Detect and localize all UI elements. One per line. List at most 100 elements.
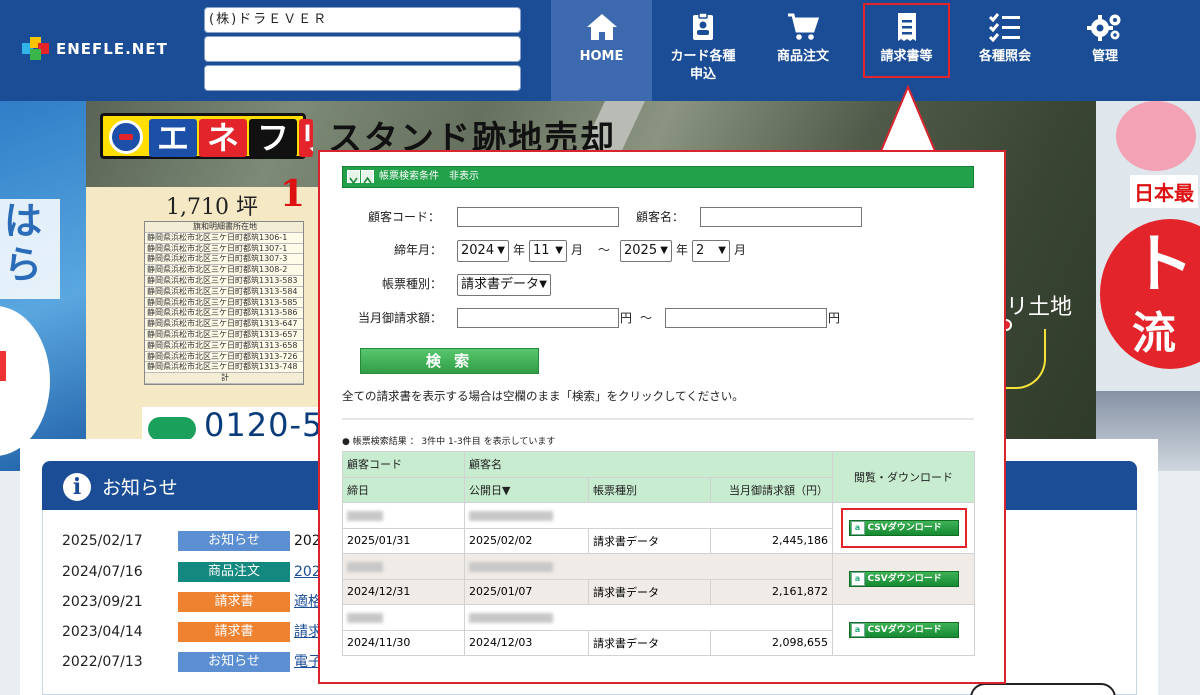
logo-text: ENEFLE.NET [56,40,168,58]
lot-total: 計 [145,373,303,384]
nav-admin[interactable]: 管理 [1062,0,1148,101]
customer-name-cell [464,604,833,631]
spreadsheet-icon: a [850,572,865,586]
customer-code-input[interactable] [457,207,619,227]
customer-name-cell [464,502,833,529]
from-month-select[interactable]: 11 ▼ [529,240,567,262]
map-label: リ土地 [1006,295,1073,320]
account-line-2 [204,36,521,62]
customer-name-cell [464,553,833,580]
year-label: 年 [513,243,526,257]
lot-row: 静岡県浜松市北区三ケ日町都筑1313-583 [145,276,303,287]
amount-label: 当月御請求額： [358,311,443,325]
nav-home[interactable]: HOME [551,0,652,101]
amount-cell: 2,445,186 [710,527,833,554]
news-text: 202 [294,533,321,549]
id-card-icon [693,12,713,40]
news-link[interactable]: 202 [294,561,321,583]
csv-download-button[interactable]: a CSVダウンロード [848,622,959,638]
customer-code-cell [342,502,465,529]
lot-row: 静岡県浜松市北区三ケ日町都筑1313-585 [145,298,303,309]
divider [342,418,974,420]
amount-to-input[interactable] [665,308,827,328]
sign-letter: リ [299,119,313,157]
closing-date-cell: 2024/11/30 [342,629,465,656]
doc-type-cell: 請求書データ [588,578,711,605]
nav-label-line2: 申込 [689,67,716,82]
col-customer-name: 顧客名 [464,451,833,478]
to-year-select[interactable]: 2025 ▼ [620,240,672,262]
lot-row: 静岡県浜松市北区三ケ日町都筑1313-726 [145,352,303,363]
banner-left-circle [0,306,50,456]
csv-download-button[interactable]: a CSVダウンロード [848,571,959,587]
customer-code-label: 顧客コード： [368,210,441,224]
checklist-icon [988,13,1020,42]
nav-product-order[interactable]: 商品注文 [759,0,847,101]
nav-card-application[interactable]: カード各種 申込 [656,0,750,101]
sign-letter: ネ [199,119,247,157]
publish-date-cell: 2025/01/07 [464,578,589,605]
customer-code-cell [342,553,465,580]
cart-icon [788,13,820,40]
more-button[interactable] [970,683,1116,695]
balloon-icon [1116,101,1196,171]
collapse-icon[interactable] [361,170,374,184]
month-label: 月 [571,243,584,257]
col-download: 閲覧・ダウンロード [832,451,975,503]
customer-name-label: 顧客名： [636,210,685,224]
nav-label: 商品注文 [776,49,829,64]
lot-row: 静岡県浜松市北区三ケ日町都筑1313-657 [145,330,303,341]
result-count: ● 帳票検索結果 ： 3件中 1-3件目 を表示しています [342,437,556,447]
lot-row: 静岡県浜松市北区三ケ日町都筑1313-584 [145,287,303,298]
customer-name-input[interactable] [700,207,862,227]
banner-left-accent [0,351,6,381]
sign-letter: エ [149,119,197,157]
lot-table-header: 旗和明細書所在地 [145,222,303,233]
account-company-field: (株)ドラＥＶＥＲ [204,7,521,33]
news-date: 2022/07/13 [62,654,143,670]
top-header: ENEFLE.NET (株)ドラＥＶＥＲ HOME カード各種 申込 商品注文 [0,0,1200,101]
spreadsheet-icon: a [850,623,865,637]
nav-label: 各種照会 [978,49,1031,64]
news-tag: 請求書 [178,592,290,612]
to-month-select[interactable]: 2 ▼ [692,240,730,262]
banner-left-text: は ら [0,199,60,299]
lot-row: 静岡県浜松市北区三ケ日町都筑1313-647 [145,319,303,330]
banner-left-edge: は ら [0,101,86,471]
search-button[interactable]: 検 索 [360,348,539,374]
account-line-3 [204,65,521,91]
table-row: a CSVダウンロード [342,553,975,605]
gears-icon [1087,14,1121,41]
table-row: a CSVダウンロード [342,604,975,656]
from-year-select[interactable]: 2024 ▼ [457,240,509,262]
news-date: 2025/02/17 [62,533,143,549]
col-amount: 当月御請求額（円） [710,476,833,503]
banner-right-title: 日本最 [1130,175,1198,208]
doc-type-select[interactable]: 請求書データ ▼ [457,274,551,296]
news-tag: お知らせ [178,531,290,551]
news-tag: 請求書 [178,622,290,642]
year-label: 年 [676,243,689,257]
search-conditions-title: 帳票検索条件 非表示 [379,171,479,182]
news-tag: お知らせ [178,652,290,672]
results-table: 顧客コード 顧客名 閲覧・ダウンロード 締日 公開日▼ 帳票種別 当月御請求額（… [342,451,975,656]
info-icon: i [63,473,91,501]
month-label: 月 [734,243,747,257]
banner-right-edge[interactable]: 日本最 ト 流 [1096,101,1200,471]
nav-inquiries[interactable]: 各種照会 [962,0,1048,101]
news-date: 2023/04/14 [62,624,143,640]
chevron-down-icon: ▼ [718,245,726,256]
search-conditions-bar[interactable]: 帳票検索条件 非表示 [342,166,974,188]
expand-icon[interactable] [347,170,360,185]
lot-row: 静岡県浜松市北区三ケ日町都筑1307-3 [145,254,303,266]
customer-code-cell [342,604,465,631]
amount-from-input[interactable] [457,308,619,328]
lot-table: 旗和明細書所在地 静岡県浜松市北区三ケ日町都筑1306-1 静岡県浜松市北区三ケ… [144,221,304,385]
lot-row: 静岡県浜松市北区三ケ日町都筑1313-658 [145,341,303,352]
site-logo[interactable]: ENEFLE.NET [22,37,168,61]
chevron-down-icon: ▼ [539,279,547,290]
lot-row: 静岡県浜松市北区三ケ日町都筑1308-2 [145,265,303,276]
col-publish-date[interactable]: 公開日▼ [464,476,589,503]
enefuri-sign: エ ネ フ リ [100,113,313,159]
news-tag: 商品注文 [178,562,290,582]
